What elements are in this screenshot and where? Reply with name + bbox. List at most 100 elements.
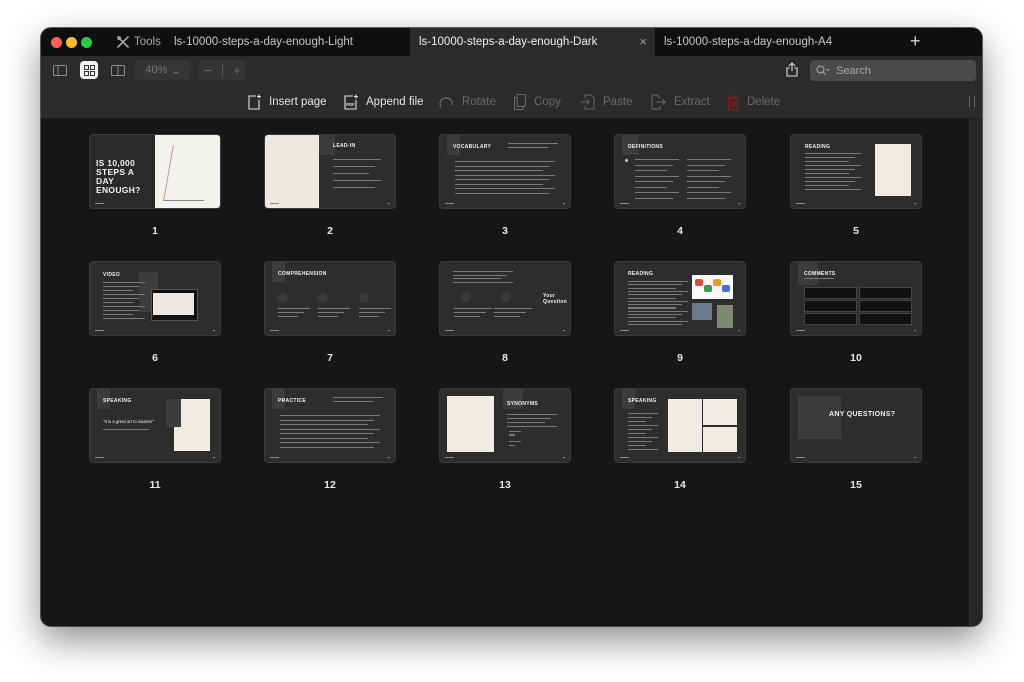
slide-title: COMPREHENSION bbox=[278, 271, 327, 277]
text-line bbox=[628, 417, 652, 419]
insert-page-icon bbox=[248, 94, 261, 110]
slide-footer bbox=[95, 330, 104, 331]
text-line bbox=[628, 425, 658, 427]
slide-footer bbox=[445, 330, 454, 331]
slide-page-number bbox=[738, 457, 740, 458]
page-number-label: 3 bbox=[502, 225, 508, 237]
text-line bbox=[628, 300, 688, 302]
attribution-line bbox=[103, 429, 149, 431]
photo bbox=[692, 303, 712, 320]
page-thumbnail[interactable]: VOCABULARY bbox=[440, 135, 570, 208]
text-line bbox=[628, 281, 688, 283]
right-sidebar-collapsed[interactable] bbox=[969, 119, 982, 626]
text-line bbox=[805, 185, 849, 187]
text-line bbox=[455, 179, 549, 181]
svg-text:PDF: PDF bbox=[346, 102, 355, 107]
page-thumbnail[interactable]: VIDEO bbox=[90, 262, 220, 335]
step-circle bbox=[501, 292, 511, 302]
append-file-button[interactable]: PDF Append file bbox=[344, 92, 424, 112]
slide-title: SPEAKING bbox=[103, 398, 132, 404]
page-thumbnail[interactable]: IS 10,000 STEPS A DAY ENOUGH? bbox=[90, 135, 220, 208]
slide-title: LEAD-IN bbox=[333, 143, 356, 149]
search-field[interactable] bbox=[810, 60, 976, 81]
slide-image bbox=[447, 396, 494, 452]
text-line bbox=[628, 413, 658, 415]
page-thumbnail[interactable]: Your Question bbox=[440, 262, 570, 335]
comment-card bbox=[859, 287, 912, 299]
paste-button[interactable]: Paste bbox=[581, 92, 632, 112]
page-thumbnail[interactable]: PRACTICE bbox=[265, 389, 395, 462]
new-tab-button[interactable]: + bbox=[910, 31, 921, 52]
text-line bbox=[635, 186, 667, 188]
view-toolbar: 40% ⌄ − + bbox=[41, 56, 982, 86]
slide-footer bbox=[796, 330, 805, 331]
slide-image bbox=[265, 135, 319, 208]
two-page-view-button[interactable] bbox=[109, 61, 127, 79]
slide-title: Your Question bbox=[543, 293, 568, 305]
text-line bbox=[494, 316, 520, 318]
page-thumbnail[interactable]: READING bbox=[791, 135, 921, 208]
tab-label: ls-10000-steps-a-day-enough-A4 bbox=[664, 36, 833, 48]
page-thumbnail[interactable]: COMMENTS bbox=[791, 262, 921, 335]
text-line bbox=[494, 312, 526, 314]
page-number-label: 9 bbox=[677, 352, 683, 364]
text-line bbox=[103, 282, 145, 284]
page-number-label: 10 bbox=[850, 352, 862, 364]
page-thumbnail[interactable]: ANY QUESTIONS? bbox=[791, 389, 921, 462]
rotate-button[interactable]: Rotate bbox=[439, 92, 496, 112]
sidebar-view-button[interactable] bbox=[51, 61, 69, 79]
text-line bbox=[509, 444, 515, 446]
zoom-level-select[interactable]: 40% ⌄ bbox=[135, 60, 191, 80]
paste-icon bbox=[581, 94, 595, 110]
page-thumbnail[interactable]: DEFINITIONS bbox=[615, 135, 745, 208]
tab-light[interactable]: ls-10000-steps-a-day-enough-Light bbox=[165, 28, 409, 56]
grid-view-button[interactable] bbox=[80, 61, 98, 79]
slide-footer bbox=[445, 457, 454, 458]
text-line bbox=[805, 189, 861, 191]
fullscreen-window-button[interactable] bbox=[81, 37, 92, 48]
text-line bbox=[455, 183, 543, 185]
insert-page-label: Insert page bbox=[269, 96, 327, 108]
page-thumbnail[interactable]: LEAD-IN bbox=[265, 135, 395, 208]
page-actions-toolbar: Insert page PDF Append file Rotate Copy … bbox=[41, 86, 982, 119]
text-line bbox=[455, 161, 555, 163]
subtitle-line bbox=[508, 143, 558, 145]
close-tab-icon[interactable]: × bbox=[639, 35, 647, 49]
text-line bbox=[628, 421, 646, 423]
toolbar-resize-handle[interactable] bbox=[969, 96, 975, 107]
tab-a4[interactable]: ls-10000-steps-a-day-enough-A4 bbox=[655, 28, 899, 56]
zoom-out-button[interactable]: − bbox=[204, 63, 212, 78]
text-line bbox=[359, 308, 391, 310]
page-thumbnail[interactable]: READING bbox=[615, 262, 745, 335]
append-pdf-icon: PDF bbox=[344, 94, 358, 110]
share-button[interactable] bbox=[786, 62, 798, 82]
text-line bbox=[509, 431, 521, 433]
zoom-in-button[interactable]: + bbox=[233, 63, 241, 78]
text-line bbox=[494, 308, 532, 310]
copy-button[interactable]: Copy bbox=[514, 92, 561, 112]
page-thumbnail[interactable]: COMPREHENSION bbox=[265, 262, 395, 335]
tab-dark[interactable]: ls-10000-steps-a-day-enough-Dark × bbox=[410, 28, 655, 56]
insert-page-button[interactable]: Insert page bbox=[248, 92, 327, 112]
extract-button[interactable]: Extract bbox=[651, 92, 710, 112]
search-input[interactable] bbox=[834, 63, 958, 78]
page-thumbnail[interactable]: SPEAKING bbox=[615, 389, 745, 462]
text-line bbox=[507, 426, 557, 428]
bullet-icon bbox=[625, 159, 628, 162]
zoom-stepper: − + bbox=[199, 60, 246, 80]
slide-title: SYNONYMS bbox=[507, 401, 539, 407]
slide-page-number bbox=[738, 203, 740, 204]
minimize-window-button[interactable] bbox=[66, 37, 77, 48]
slide-footer bbox=[95, 457, 104, 458]
extract-icon bbox=[651, 94, 666, 110]
step-circle bbox=[278, 293, 288, 303]
tools-button[interactable]: Tools bbox=[117, 28, 161, 56]
slide-page-number bbox=[213, 457, 215, 458]
close-window-button[interactable] bbox=[51, 37, 62, 48]
text-line bbox=[507, 414, 557, 416]
text-line bbox=[453, 278, 501, 280]
delete-button[interactable]: Delete bbox=[727, 92, 780, 112]
page-thumbnail[interactable]: "It is a great art to saunter" SPEAKING bbox=[90, 389, 220, 462]
text-line bbox=[103, 290, 133, 292]
page-thumbnail[interactable]: SYNONYMS bbox=[440, 389, 570, 462]
